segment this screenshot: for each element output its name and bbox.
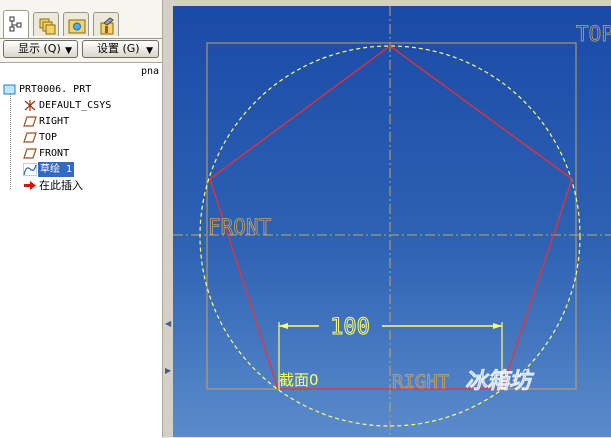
navigator-panel: 显示 (Q) ▼ 设置 (G) ▼ PRT0006. PRT DEFAULT_C… — [0, 0, 162, 438]
tree-connector — [10, 91, 11, 189]
favorites-icon — [68, 19, 86, 34]
dimension-value[interactable]: 100 — [330, 315, 371, 341]
tab-layers[interactable] — [33, 12, 59, 36]
layers-icon — [39, 18, 56, 35]
show-dropdown-label: 显示 (Q) — [18, 42, 61, 55]
settings-dropdown-button[interactable]: 设置 (G) ▼ — [82, 40, 159, 58]
section-label: 截面0 — [279, 371, 319, 389]
datum-plane-icon — [23, 132, 37, 143]
tree-item-label: 在此插入 — [39, 179, 83, 192]
sketch-icon — [23, 163, 37, 176]
show-dropdown-button[interactable]: 显示 (Q) ▼ — [3, 40, 78, 58]
csys-icon — [24, 100, 36, 111]
tree-item-label: PRT0006. PRT — [19, 84, 92, 95]
datum-plane-icon — [23, 148, 37, 159]
model-tree-icon — [9, 16, 22, 32]
tab-divider — [0, 38, 162, 39]
datum-plane-icon — [23, 116, 37, 127]
tree-column-header[interactable]: pna — [141, 66, 159, 77]
navigator-tabbar — [0, 10, 162, 39]
settings-dropdown-label: 设置 (G) — [97, 42, 140, 55]
tree-item-label: RIGHT — [39, 116, 70, 127]
part-icon — [3, 84, 16, 95]
tools-icon — [100, 17, 114, 35]
tree-item-label: TOP — [39, 132, 58, 143]
top-plane-label: TOP — [576, 22, 611, 46]
insert-arrow-icon — [24, 181, 36, 190]
expand-right-icon[interactable]: ▶ — [165, 360, 172, 382]
tree-item-label: FRONT — [39, 148, 70, 159]
graphics-window[interactable]: 100 TOP FRONT RIGHT 截面0 冰箱坊 — [173, 6, 611, 437]
chevron-down-icon: ▼ — [146, 46, 153, 56]
tab-model-tree[interactable] — [3, 10, 29, 38]
tree-column-strip: pna — [138, 62, 162, 438]
collapse-left-icon[interactable]: ◀ — [165, 313, 172, 335]
tree-item-label: DEFAULT_CSYS — [39, 100, 112, 111]
watermark: 冰箱坊 — [465, 368, 535, 394]
model-tree: PRT0006. PRT DEFAULT_CSYS RIGHT TOP FRON… — [0, 62, 139, 438]
right-plane-label: RIGHT — [392, 371, 449, 393]
sketch-canvas[interactable]: 100 TOP FRONT RIGHT 截面0 冰箱坊 — [173, 6, 611, 437]
chevron-down-icon: ▼ — [65, 46, 72, 56]
tab-favorites[interactable] — [63, 12, 89, 36]
tab-tools[interactable] — [93, 12, 119, 36]
tree-item-label: 草绘 1 — [38, 162, 75, 177]
front-plane-label: FRONT — [208, 215, 272, 239]
